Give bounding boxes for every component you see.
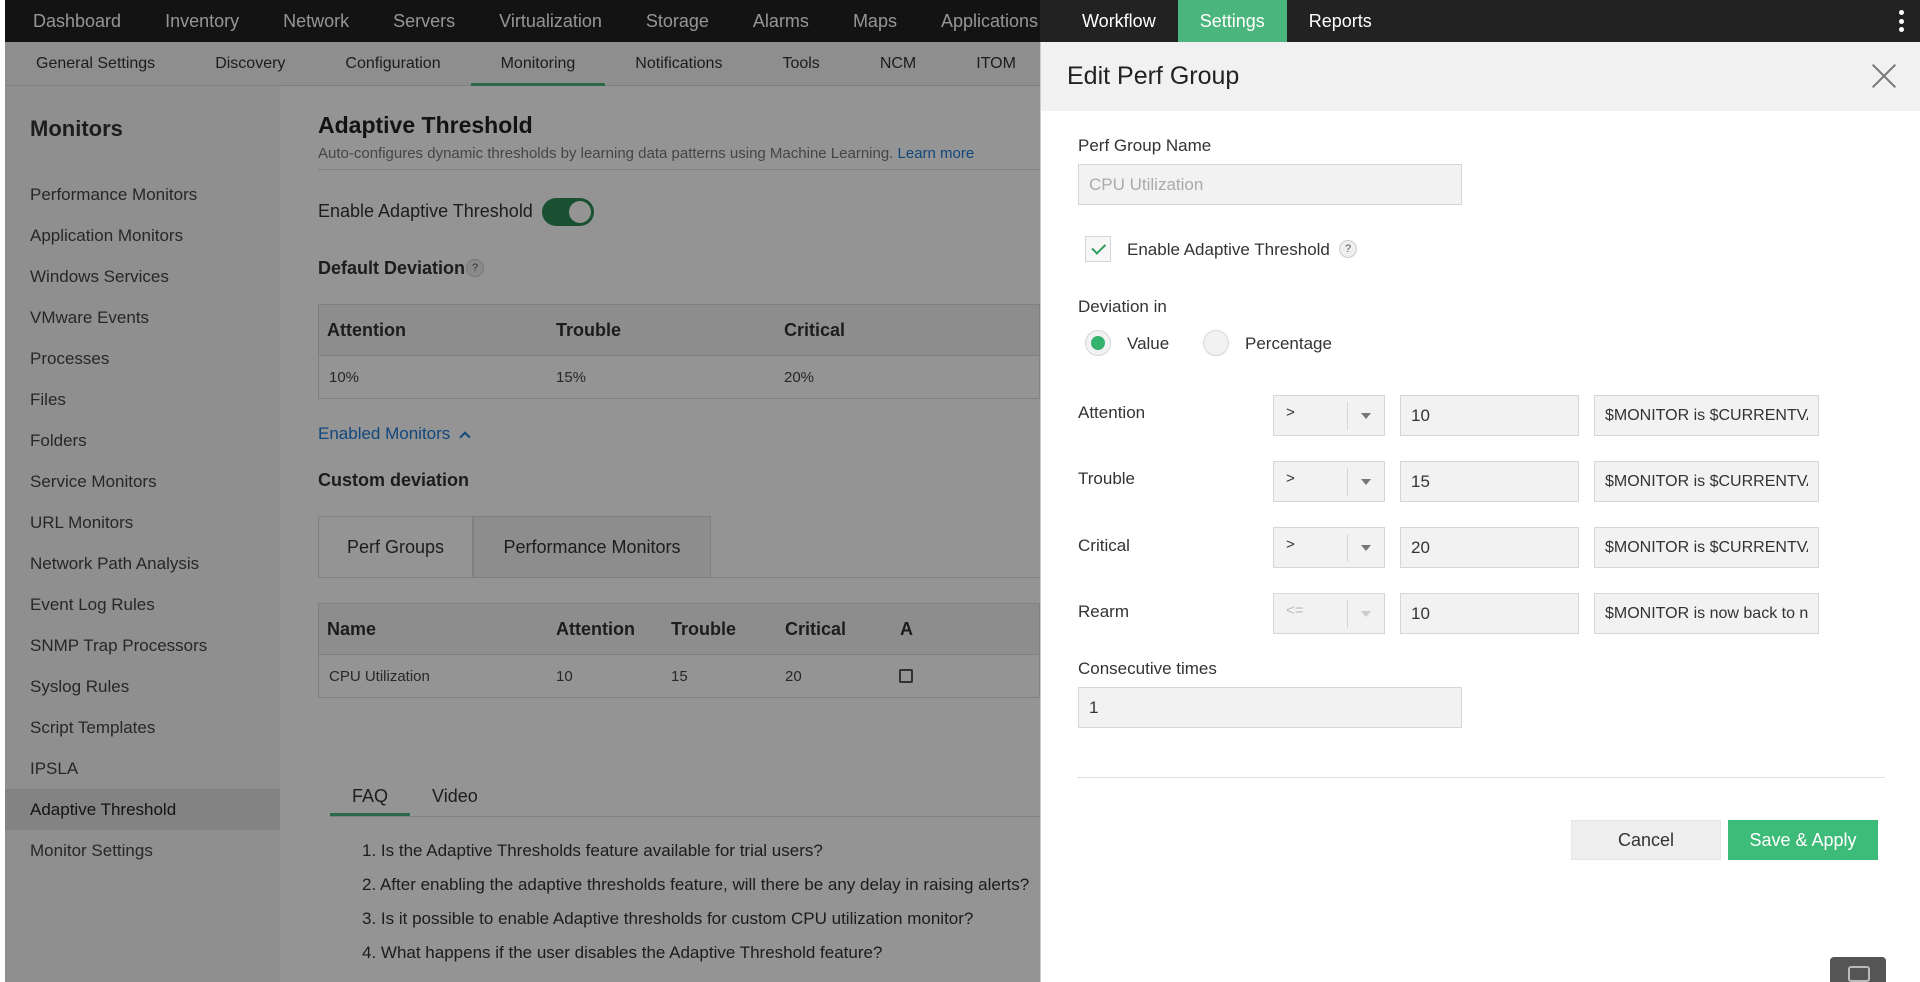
consecutive-times-label: Consecutive times — [1078, 659, 1217, 678]
critical-operator-select[interactable]: > — [1273, 527, 1385, 568]
panel-title: Edit Perf Group — [1067, 62, 1240, 90]
rearm-message-input[interactable] — [1594, 593, 1819, 634]
radio-percentage-label: Percentage — [1245, 334, 1332, 353]
nav-workflow[interactable]: Workflow — [1060, 0, 1178, 42]
operator-value: > — [1286, 536, 1295, 553]
operator-value: > — [1286, 470, 1295, 487]
deviation-in-label: Deviation in — [1078, 297, 1167, 316]
trouble-value-input[interactable] — [1400, 461, 1579, 502]
rearm-operator-select[interactable]: <= — [1273, 593, 1385, 634]
dropdown-arrow-icon — [1361, 479, 1371, 485]
trouble-label: Trouble — [1078, 469, 1136, 488]
dropdown-arrow-icon — [1361, 611, 1371, 617]
help-icon[interactable]: ? — [1339, 240, 1357, 258]
close-icon[interactable] — [1870, 62, 1898, 90]
enable-adaptive-checkbox-label: Enable Adaptive Threshold — [1127, 240, 1330, 259]
radio-value-label: Value — [1127, 334, 1170, 353]
panel-header: Edit Perf Group — [1041, 42, 1920, 111]
enable-adaptive-checkbox[interactable] — [1085, 236, 1111, 262]
save-apply-button[interactable]: Save & Apply — [1728, 820, 1878, 860]
edit-perf-group-panel: Edit Perf Group Perf Group Name Enable A… — [1040, 42, 1920, 982]
perf-group-name-input[interactable] — [1078, 164, 1462, 205]
nav-settings[interactable]: Settings — [1177, 0, 1287, 42]
nav-reports[interactable]: Reports — [1287, 0, 1394, 42]
cancel-button[interactable]: Cancel — [1571, 820, 1721, 860]
critical-message-input[interactable] — [1594, 527, 1819, 568]
more-options-icon[interactable] — [1892, 8, 1910, 34]
consecutive-times-input[interactable] — [1078, 687, 1462, 728]
dropdown-arrow-icon — [1361, 413, 1371, 419]
operator-value: <= — [1286, 602, 1304, 619]
attention-value-input[interactable] — [1400, 395, 1579, 436]
rearm-value-input[interactable] — [1400, 593, 1579, 634]
attention-label: Attention — [1078, 403, 1146, 422]
window-edge — [0, 0, 5, 982]
perf-group-name-label: Perf Group Name — [1078, 136, 1212, 155]
modal-backdrop[interactable] — [0, 0, 1040, 982]
critical-value-input[interactable] — [1400, 527, 1579, 568]
trouble-operator-select[interactable]: > — [1273, 461, 1385, 502]
radio-value[interactable] — [1085, 330, 1111, 356]
radio-percentage[interactable] — [1203, 330, 1229, 356]
rearm-label: Rearm — [1078, 602, 1130, 621]
dropdown-arrow-icon — [1361, 545, 1371, 551]
attention-operator-select[interactable]: > — [1273, 395, 1385, 436]
trouble-message-input[interactable] — [1594, 461, 1819, 502]
attention-message-input[interactable] — [1594, 395, 1819, 436]
operator-value: > — [1286, 404, 1295, 421]
critical-label: Critical — [1078, 536, 1130, 555]
divider — [1077, 777, 1885, 778]
chat-icon[interactable] — [1830, 957, 1886, 982]
